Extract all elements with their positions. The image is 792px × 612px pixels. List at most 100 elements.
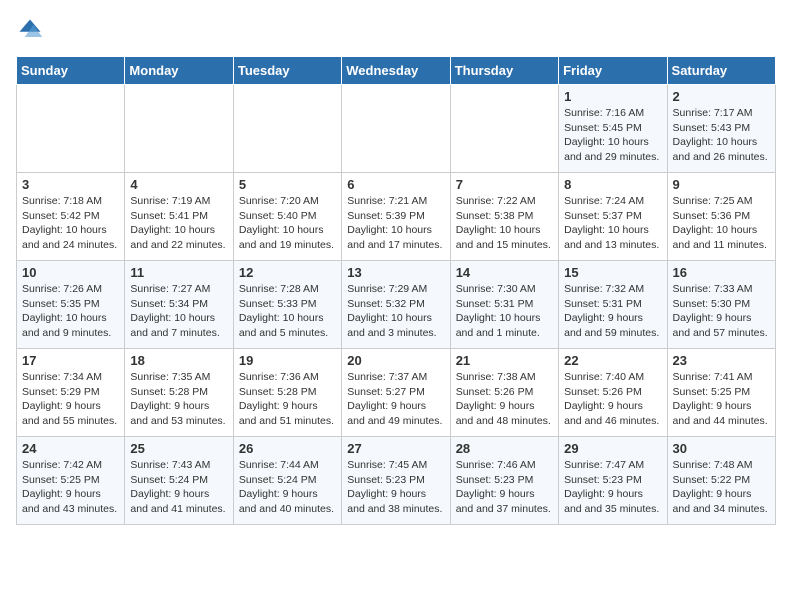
calendar-cell: 6 Sunrise: 7:21 AMSunset: 5:39 PMDaylight…: [342, 173, 450, 261]
day-info: Sunrise: 7:26 AMSunset: 5:35 PMDaylight:…: [22, 282, 119, 341]
day-info: Sunrise: 7:37 AMSunset: 5:27 PMDaylight:…: [347, 370, 444, 429]
calendar-cell: 25Sunrise: 7:43 AMSunset: 5:24 PMDayligh…: [125, 437, 233, 525]
day-number: 18: [130, 353, 227, 368]
day-info: Sunrise: 7:22 AMSunset: 5:38 PMDaylight:…: [456, 194, 553, 253]
day-number: 6: [347, 177, 444, 192]
week-row-2: 3 Sunrise: 7:18 AMSunset: 5:42 PMDaylight…: [17, 173, 776, 261]
day-number: 4: [130, 177, 227, 192]
week-row-4: 17 Sunrise: 7:34 AMSunset: 5:29 PMDayligh…: [17, 349, 776, 437]
calendar-table: SundayMondayTuesdayWednesdayThursdayFrid…: [16, 56, 776, 525]
calendar-header-row: SundayMondayTuesdayWednesdayThursdayFrid…: [17, 57, 776, 85]
calendar-cell: 26 Sunrise: 7:44 AMSunset: 5:24 PMDayligh…: [233, 437, 341, 525]
day-info: Sunrise: 7:38 AMSunset: 5:26 PMDaylight:…: [456, 370, 553, 429]
day-info: Sunrise: 7:33 AMSunset: 5:30 PMDaylight:…: [673, 282, 770, 341]
day-info: Sunrise: 7:20 AMSunset: 5:40 PMDaylight:…: [239, 194, 336, 253]
day-info: Sunrise: 7:19 AMSunset: 5:41 PMDaylight:…: [130, 194, 227, 253]
day-info: Sunrise: 7:21 AMSunset: 5:39 PMDaylight:…: [347, 194, 444, 253]
day-number: 9: [673, 177, 770, 192]
day-info: Sunrise: 7:40 AMSunset: 5:26 PMDaylight:…: [564, 370, 661, 429]
day-info: Sunrise: 7:42 AMSunset: 5:25 PMDaylight:…: [22, 458, 119, 517]
day-info: Sunrise: 7:30 AMSunset: 5:31 PMDaylight:…: [456, 282, 553, 341]
day-info: Sunrise: 7:27 AMSunset: 5:34 PMDaylight:…: [130, 282, 227, 341]
day-info: Sunrise: 7:24 AMSunset: 5:37 PMDaylight:…: [564, 194, 661, 253]
day-info: Sunrise: 7:45 AMSunset: 5:23 PMDaylight:…: [347, 458, 444, 517]
calendar-cell: 15 Sunrise: 7:32 AMSunset: 5:31 PMDayligh…: [559, 261, 667, 349]
day-number: 29: [564, 441, 661, 456]
day-info: Sunrise: 7:28 AMSunset: 5:33 PMDaylight:…: [239, 282, 336, 341]
day-number: 5: [239, 177, 336, 192]
calendar-cell: 24 Sunrise: 7:42 AMSunset: 5:25 PMDayligh…: [17, 437, 125, 525]
calendar-cell: 23 Sunrise: 7:41 AMSunset: 5:25 PMDayligh…: [667, 349, 775, 437]
day-number: 27: [347, 441, 444, 456]
calendar-cell: 8 Sunrise: 7:24 AMSunset: 5:37 PMDaylight…: [559, 173, 667, 261]
day-number: 15: [564, 265, 661, 280]
day-number: 23: [673, 353, 770, 368]
day-info: Sunrise: 7:43 AMSunset: 5:24 PMDaylight:…: [130, 458, 227, 517]
calendar-cell: [233, 85, 341, 173]
col-header-tuesday: Tuesday: [233, 57, 341, 85]
day-info: Sunrise: 7:47 AMSunset: 5:23 PMDaylight:…: [564, 458, 661, 517]
calendar-cell: 11 Sunrise: 7:27 AMSunset: 5:34 PMDayligh…: [125, 261, 233, 349]
col-header-saturday: Saturday: [667, 57, 775, 85]
col-header-wednesday: Wednesday: [342, 57, 450, 85]
week-row-3: 10Sunrise: 7:26 AMSunset: 5:35 PMDayligh…: [17, 261, 776, 349]
calendar-cell: 4 Sunrise: 7:19 AMSunset: 5:41 PMDaylight…: [125, 173, 233, 261]
week-row-5: 24 Sunrise: 7:42 AMSunset: 5:25 PMDayligh…: [17, 437, 776, 525]
calendar-cell: [17, 85, 125, 173]
day-number: 30: [673, 441, 770, 456]
day-number: 17: [22, 353, 119, 368]
day-info: Sunrise: 7:41 AMSunset: 5:25 PMDaylight:…: [673, 370, 770, 429]
col-header-thursday: Thursday: [450, 57, 558, 85]
day-info: Sunrise: 7:35 AMSunset: 5:28 PMDaylight:…: [130, 370, 227, 429]
page-header: [16, 16, 776, 44]
day-number: 28: [456, 441, 553, 456]
day-number: 26: [239, 441, 336, 456]
calendar-cell: 19 Sunrise: 7:36 AMSunset: 5:28 PMDayligh…: [233, 349, 341, 437]
day-number: 22: [564, 353, 661, 368]
calendar-cell: 3 Sunrise: 7:18 AMSunset: 5:42 PMDaylight…: [17, 173, 125, 261]
day-number: 2: [673, 89, 770, 104]
day-number: 19: [239, 353, 336, 368]
logo-icon: [16, 16, 44, 44]
col-header-sunday: Sunday: [17, 57, 125, 85]
day-number: 16: [673, 265, 770, 280]
calendar-cell: 5 Sunrise: 7:20 AMSunset: 5:40 PMDaylight…: [233, 173, 341, 261]
day-info: Sunrise: 7:25 AMSunset: 5:36 PMDaylight:…: [673, 194, 770, 253]
day-number: 8: [564, 177, 661, 192]
week-row-1: 1Sunrise: 7:16 AMSunset: 5:45 PMDaylight…: [17, 85, 776, 173]
day-info: Sunrise: 7:32 AMSunset: 5:31 PMDaylight:…: [564, 282, 661, 341]
calendar-cell: 12Sunrise: 7:28 AMSunset: 5:33 PMDayligh…: [233, 261, 341, 349]
day-info: Sunrise: 7:34 AMSunset: 5:29 PMDaylight:…: [22, 370, 119, 429]
day-number: 20: [347, 353, 444, 368]
calendar-cell: 14 Sunrise: 7:30 AMSunset: 5:31 PMDayligh…: [450, 261, 558, 349]
calendar-cell: [342, 85, 450, 173]
calendar-cell: 9 Sunrise: 7:25 AMSunset: 5:36 PMDaylight…: [667, 173, 775, 261]
day-number: 14: [456, 265, 553, 280]
calendar-cell: 21 Sunrise: 7:38 AMSunset: 5:26 PMDayligh…: [450, 349, 558, 437]
day-info: Sunrise: 7:18 AMSunset: 5:42 PMDaylight:…: [22, 194, 119, 253]
calendar-cell: [125, 85, 233, 173]
day-info: Sunrise: 7:29 AMSunset: 5:32 PMDaylight:…: [347, 282, 444, 341]
day-number: 7: [456, 177, 553, 192]
calendar-cell: 30 Sunrise: 7:48 AMSunset: 5:22 PMDayligh…: [667, 437, 775, 525]
day-info: Sunrise: 7:44 AMSunset: 5:24 PMDaylight:…: [239, 458, 336, 517]
col-header-friday: Friday: [559, 57, 667, 85]
day-number: 11: [130, 265, 227, 280]
day-info: Sunrise: 7:17 AMSunset: 5:43 PMDaylight:…: [673, 106, 770, 165]
day-number: 3: [22, 177, 119, 192]
day-info: Sunrise: 7:36 AMSunset: 5:28 PMDaylight:…: [239, 370, 336, 429]
calendar-cell: 10Sunrise: 7:26 AMSunset: 5:35 PMDayligh…: [17, 261, 125, 349]
calendar-cell: 22 Sunrise: 7:40 AMSunset: 5:26 PMDayligh…: [559, 349, 667, 437]
calendar-cell: 7 Sunrise: 7:22 AMSunset: 5:38 PMDaylight…: [450, 173, 558, 261]
calendar-cell: 27 Sunrise: 7:45 AMSunset: 5:23 PMDayligh…: [342, 437, 450, 525]
calendar-cell: 2 Sunrise: 7:17 AMSunset: 5:43 PMDaylight…: [667, 85, 775, 173]
calendar-cell: 20 Sunrise: 7:37 AMSunset: 5:27 PMDayligh…: [342, 349, 450, 437]
col-header-monday: Monday: [125, 57, 233, 85]
calendar-cell: 13Sunrise: 7:29 AMSunset: 5:32 PMDayligh…: [342, 261, 450, 349]
day-info: Sunrise: 7:48 AMSunset: 5:22 PMDaylight:…: [673, 458, 770, 517]
calendar-cell: 16 Sunrise: 7:33 AMSunset: 5:30 PMDayligh…: [667, 261, 775, 349]
day-number: 1: [564, 89, 661, 104]
day-number: 21: [456, 353, 553, 368]
calendar-cell: 1Sunrise: 7:16 AMSunset: 5:45 PMDaylight…: [559, 85, 667, 173]
day-number: 24: [22, 441, 119, 456]
